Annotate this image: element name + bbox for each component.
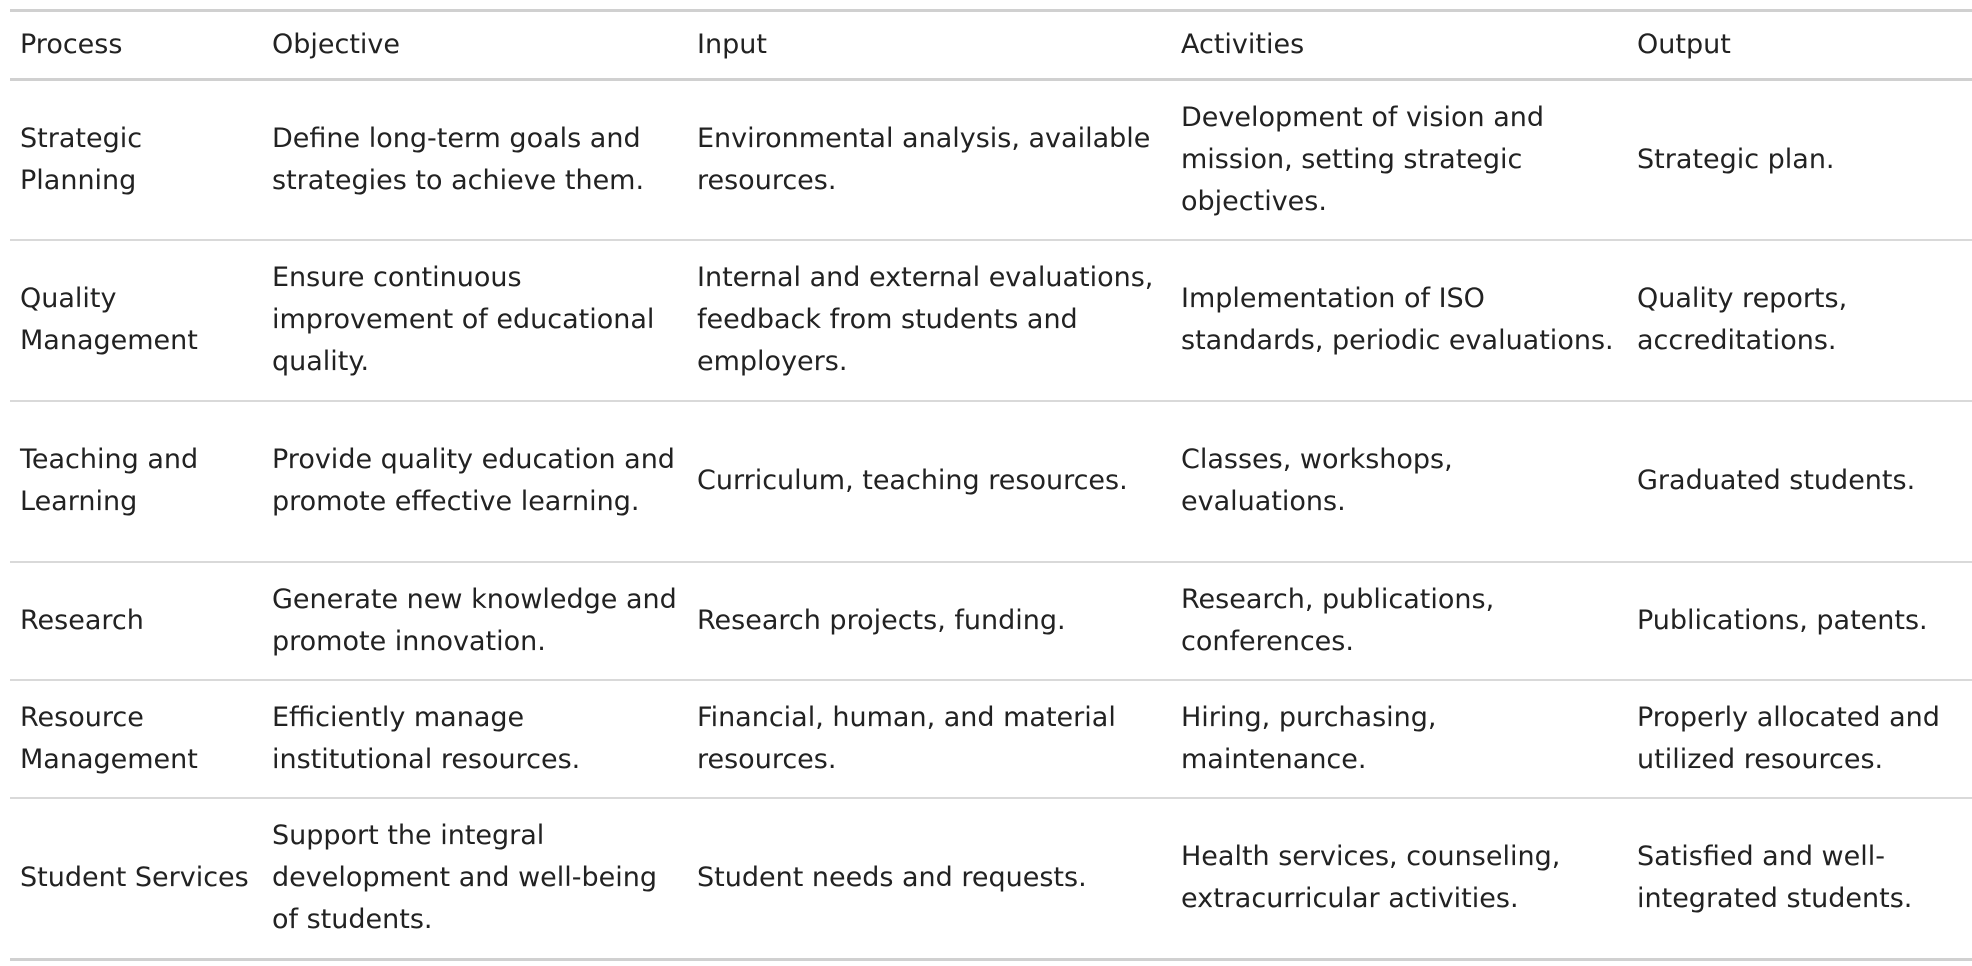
cell-output: Quality reports, accreditations. [1637, 283, 1848, 356]
cell-output: Properly allocated and utilized resource… [1637, 701, 1940, 775]
cell-activities: Development of vision and mission, setti… [1181, 101, 1545, 217]
cell-activities: Health services, counseling, extracurric… [1181, 841, 1561, 915]
cell-activities: Hiring, purchasing, maintenance. [1181, 701, 1437, 775]
cell-process: Quality Management [20, 283, 198, 356]
cell-objective: Define long-term goals and strategies to… [272, 122, 645, 196]
cell-output: Strategic plan. [1637, 143, 1835, 175]
process-table: Process Objective Input Activities Outpu… [10, 9, 1972, 961]
table-row: Teaching and Learning Provide quality ed… [10, 401, 1972, 562]
header-activities: Activities [1181, 29, 1305, 60]
cell-process: Teaching and Learning [20, 444, 199, 517]
cell-output: Publications, patents. [1637, 604, 1928, 636]
header-objective: Objective [272, 29, 401, 60]
cell-input: Internal and external evaluations, feedb… [697, 262, 1154, 377]
table-body: Strategic Planning Define long-term goal… [10, 80, 1972, 960]
table-row: Research Generate new knowledge and prom… [10, 562, 1972, 680]
header-row: Process Objective Input Activities Outpu… [10, 10, 1972, 80]
cell-objective: Provide quality education and promote ef… [272, 444, 675, 517]
table-row: Student Services Support the integral de… [10, 798, 1972, 960]
table-row: Quality Management Ensure continuous imp… [10, 240, 1972, 401]
cell-activities: Research, publications, conferences. [1181, 583, 1495, 657]
cell-objective: Support the integral development and wel… [272, 820, 658, 936]
table-row: Resource Management Efficiently manage i… [10, 680, 1972, 798]
cell-objective: Efficiently manage institutional resourc… [272, 701, 581, 775]
cell-objective: Generate new knowledge and promote innov… [272, 583, 677, 657]
cell-activities: Implementation of ISO standards, periodi… [1181, 283, 1614, 356]
header-output: Output [1637, 29, 1731, 60]
table-header: Process Objective Input Activities Outpu… [10, 10, 1972, 80]
cell-process: Student Services [20, 862, 249, 894]
table-row: Strategic Planning Define long-term goal… [10, 80, 1972, 240]
header-process: Process [20, 29, 123, 60]
cell-process: Resource Management [20, 701, 198, 775]
cell-objective: Ensure continuous improvement of educati… [272, 262, 655, 377]
cell-activities: Classes, workshops, evaluations. [1181, 444, 1453, 517]
cell-output: Satisfied and well-integrated students. [1637, 841, 1913, 915]
cell-process: Research [20, 604, 144, 636]
cell-input: Research projects, funding. [697, 604, 1066, 636]
process-table-container: Process Objective Input Activities Outpu… [10, 9, 1972, 961]
cell-output: Graduated students. [1637, 465, 1916, 496]
header-input: Input [697, 29, 767, 60]
cell-process: Strategic Planning [20, 122, 143, 196]
cell-input: Curriculum, teaching resources. [697, 465, 1128, 496]
cell-input: Financial, human, and material resources… [697, 701, 1116, 775]
cell-input: Student needs and requests. [697, 862, 1087, 894]
cell-input: Environmental analysis, available resour… [697, 122, 1151, 196]
